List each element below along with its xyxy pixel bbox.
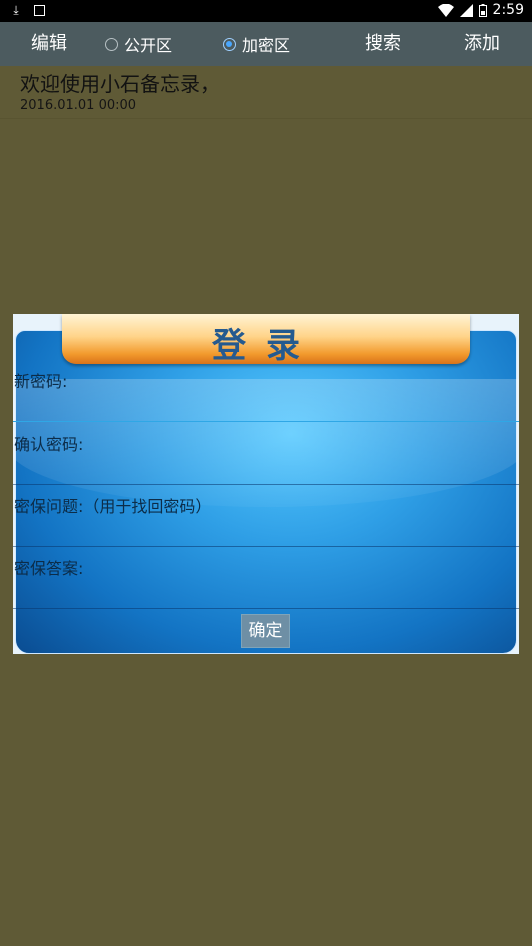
radio-unchecked-icon	[105, 37, 118, 51]
search-button[interactable]: 搜索	[365, 22, 401, 66]
security-answer-field[interactable]: 密保答案:	[13, 546, 519, 609]
security-question-label: 密保问题:（用于找回密码）	[14, 497, 212, 516]
edit-button[interactable]: 编辑	[31, 22, 67, 66]
download-icon: ⤓	[13, 3, 19, 17]
security-answer-label: 密保答案:	[14, 559, 84, 578]
battery-icon	[478, 3, 487, 17]
list-item[interactable]: 欢迎使用小石备忘录， 2016.01.01 00:00	[0, 66, 532, 119]
clock: 2:59	[492, 2, 524, 18]
new-password-field[interactable]: 新密码:	[13, 359, 519, 422]
wifi-icon	[437, 3, 454, 17]
public-zone-label: 公开区	[124, 36, 173, 55]
confirm-password-label: 确认密码:	[14, 435, 84, 454]
confirm-button[interactable]: 确定	[241, 614, 290, 648]
signal-icon	[459, 3, 473, 17]
new-password-label: 新密码:	[14, 372, 68, 391]
public-zone-radio[interactable]: 公开区	[105, 22, 172, 66]
private-zone-radio[interactable]: 加密区	[223, 22, 290, 66]
note-title: 欢迎使用小石备忘录，	[20, 72, 220, 96]
add-button[interactable]: 添加	[464, 22, 500, 66]
top-toolbar: 编辑 公开区 加密区 搜索 添加	[0, 22, 532, 66]
private-zone-label: 加密区	[242, 36, 291, 55]
login-dialog: 登录 新密码: 确认密码: 密保问题:（用于找回密码） 密保答案: 确定	[13, 314, 519, 654]
confirm-password-field[interactable]: 确认密码:	[13, 422, 519, 485]
status-bar: ⤓ 2:59	[0, 0, 532, 22]
note-date: 2016.01.01 00:00	[20, 98, 137, 113]
security-question-field[interactable]: 密保问题:（用于找回密码）	[13, 484, 519, 547]
dialog-title-plate: 登录	[62, 314, 470, 366]
image-icon	[34, 4, 45, 16]
radio-checked-icon	[223, 37, 236, 51]
